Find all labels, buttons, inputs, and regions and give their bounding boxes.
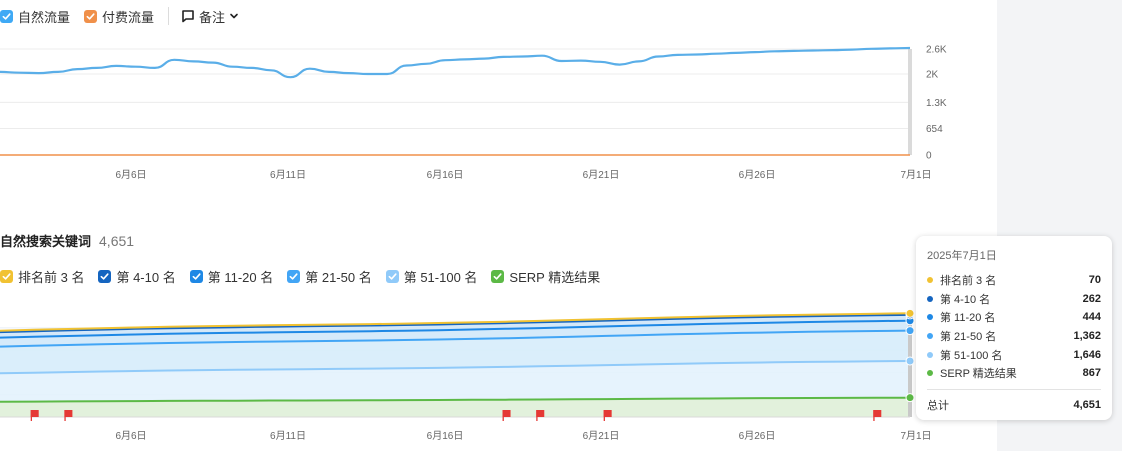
- series-dot-icon: [927, 370, 933, 377]
- chart-tooltip: 2025年7月1日 排名前 3 名 70 第 4-10 名 262 第 11-20 名 4…: [916, 236, 1112, 420]
- legend-keyword-series[interactable]: 第 51-100 名: [385, 267, 478, 286]
- tooltip-row: SERP 精选结果 867: [927, 364, 1101, 383]
- tooltip-row-value: 1,646: [1073, 348, 1101, 361]
- tooltip-row-label: 第 4-10 名: [940, 293, 991, 306]
- note-flag-icon: [873, 410, 882, 421]
- tooltip-row: 第 51-100 名 1,646: [927, 345, 1101, 364]
- x-tick-label: 6月21日: [583, 430, 620, 442]
- tooltip-row: 排名前 3 名 70: [927, 271, 1101, 290]
- checkbox-icon[interactable]: [189, 269, 203, 283]
- tooltip-row: 第 11-20 名 444: [927, 308, 1101, 327]
- series-end-point: [905, 326, 915, 336]
- x-tick-label: 6月6日: [115, 430, 146, 442]
- legend-keyword-series[interactable]: 排名前 3 名: [0, 267, 84, 286]
- note-flag-icon: [536, 410, 545, 421]
- tooltip-row-value: 444: [1082, 311, 1101, 324]
- tooltip-row-label: 第 11-20 名: [940, 312, 996, 325]
- x-tick-label: 7月1日: [900, 430, 931, 442]
- legend-keyword-series[interactable]: 第 4-10 名: [98, 267, 176, 286]
- checkbox-icon[interactable]: [385, 269, 399, 283]
- x-tick-label: 6月16日: [427, 169, 464, 181]
- y-tick-label: 1.3K: [926, 98, 947, 109]
- section-title: 自然搜索关键词: [0, 234, 92, 249]
- keywords-legend: 排名前 3 名 第 4-10 名 第 11-20 名 第 21-50 名 第 51-10…: [0, 266, 614, 286]
- traffic-line-chart: 2.6K 2K 1.3K 654 0 6月6日 6月11日 6月16日 6月21日 6月26日 7月…: [0, 45, 947, 181]
- checkbox-icon[interactable]: [98, 269, 112, 283]
- legend-label: 排名前 3 名: [18, 269, 85, 285]
- tooltip-row-value: 262: [1082, 292, 1101, 305]
- x-tick-label: 6月11日: [270, 430, 306, 442]
- tooltip-row-value: 70: [1088, 274, 1101, 287]
- checkbox-icon[interactable]: [0, 269, 13, 283]
- checkbox-icon[interactable]: [287, 269, 301, 283]
- x-tick-label: 6月26日: [739, 430, 776, 442]
- tooltip-row-label: 第 21-50 名: [940, 331, 997, 344]
- y-tick-label: 2.6K: [926, 45, 947, 56]
- note-flag-icon: [502, 410, 511, 421]
- x-tick-label: 6月16日: [427, 430, 464, 442]
- x-tick-label: 6月21日: [583, 169, 620, 181]
- legend-keyword-series[interactable]: 第 21-50 名: [287, 267, 372, 286]
- series-end-point: [905, 356, 915, 366]
- series-end-point: [905, 308, 915, 318]
- tooltip-total-value: 4,651: [1073, 398, 1101, 411]
- tooltip-row-value: 867: [1082, 367, 1101, 380]
- keywords-section-header: 自然搜索关键词 4,651: [0, 231, 134, 250]
- tooltip-total-row: 总计 4,651: [927, 396, 1101, 414]
- x-tick-label: 6月6日: [115, 169, 146, 181]
- series-end-point: [905, 393, 915, 403]
- legend-label: 第 4-10 名: [116, 269, 176, 285]
- checkbox-icon[interactable]: [491, 269, 505, 283]
- note-flag-icon: [30, 410, 39, 421]
- legend-label: SERP 精选结果: [509, 269, 601, 285]
- note-flag-icon: [64, 410, 73, 421]
- tooltip-date: 2025年7月1日: [927, 250, 997, 262]
- legend-keyword-series[interactable]: 第 11-20 名: [189, 267, 274, 286]
- x-tick-label: 6月26日: [739, 169, 776, 181]
- legend-label: 第 11-20 名: [207, 269, 274, 285]
- series-line-organic: [0, 46, 911, 79]
- series-dot-icon: [927, 333, 933, 340]
- keywords-area-chart: 6月6日 6月11日 6月16日 6月21日 6月26日 7月1日: [0, 308, 932, 442]
- y-tick-label: 654: [926, 124, 943, 135]
- tooltip-row: 第 21-50 名 1,362: [927, 327, 1101, 346]
- x-tick-label: 6月11日: [270, 169, 306, 181]
- legend-keyword-series[interactable]: SERP 精选结果: [491, 267, 600, 286]
- hover-cursor: [908, 49, 912, 155]
- series-dot-icon: [927, 295, 933, 302]
- tooltip-divider: [927, 388, 1101, 390]
- tooltip-row-label: 排名前 3 名: [940, 275, 997, 288]
- series-dot-icon: [927, 351, 933, 358]
- y-tick-label: 2K: [926, 69, 939, 80]
- tooltip-total-label: 总计: [927, 399, 949, 412]
- legend-label: 第 21-50 名: [305, 269, 372, 285]
- tooltip-row: 第 4-10 名 262: [927, 290, 1101, 309]
- tooltip-row-label: SERP 精选结果: [940, 368, 1017, 381]
- x-tick-label: 7月1日: [900, 169, 931, 181]
- y-tick-label: 0: [926, 151, 932, 162]
- note-flag-icon: [603, 410, 612, 421]
- series-dot-icon: [927, 314, 933, 321]
- series-dot-icon: [927, 277, 933, 284]
- legend-label: 第 51-100 名: [403, 269, 478, 285]
- tooltip-row-value: 1,362: [1073, 330, 1101, 343]
- tooltip-row-label: 第 51-100 名: [940, 349, 1003, 362]
- keyword-count: 4,651: [99, 233, 135, 249]
